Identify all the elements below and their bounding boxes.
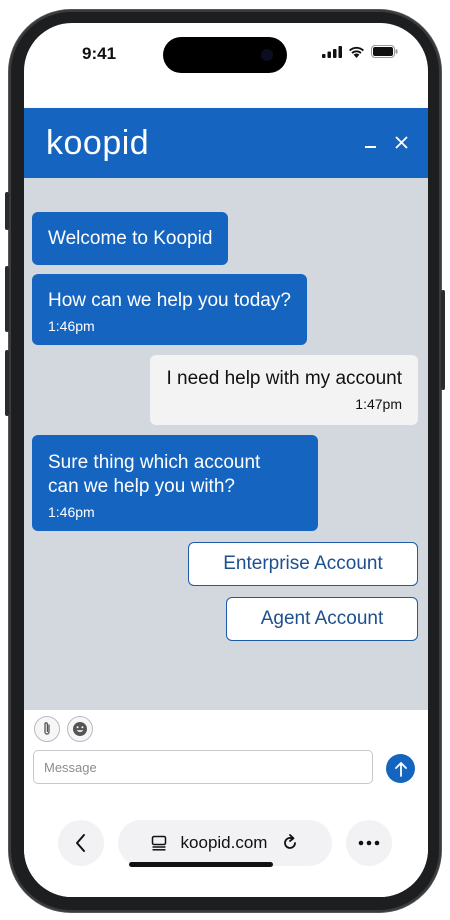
minimize-icon [365,145,376,148]
emoji-button[interactable] [67,716,93,742]
close-button[interactable] [395,133,408,154]
send-button[interactable] [386,754,415,783]
bot-message: Sure thing which account can we help you… [32,435,318,531]
koopid-logo-mark: koopid [46,125,149,161]
more-button[interactable] [346,820,392,866]
action-button [5,192,9,230]
status-icons [322,45,398,58]
minimize-button[interactable] [365,133,377,154]
logo-wordmark: koopid [46,125,149,161]
chevron-left-icon [76,834,85,852]
camera-icon [261,49,273,61]
chat-header: koopid [24,108,428,178]
url-text: koopid.com [180,833,268,852]
quick-reply-agent-account[interactable]: Agent Account [226,597,418,641]
dynamic-island [163,37,287,73]
wifi-icon [349,46,364,58]
message-text-line1: Sure thing which account [48,452,261,473]
volume-up-button [5,266,9,332]
message-composer [24,710,428,810]
bot-message: How can we help you today? 1:46pm [32,274,307,345]
paperclip-icon [44,722,50,735]
power-button [441,290,445,390]
close-icon [395,135,408,149]
bot-message: Welcome to Koopid [32,212,229,265]
browser-toolbar: koopid.com [24,810,428,897]
message-time: 1:47pm [355,396,402,412]
koopid-logo: koopid [46,125,154,161]
status-time: 9:41 [82,44,117,63]
message-text-line2: can we help you with? [48,476,235,497]
home-indicator[interactable] [129,862,273,867]
tabs-icon [151,835,166,851]
header-actions [365,133,408,154]
more-icon [358,840,380,846]
message-text: Welcome to Koopid [48,228,213,249]
volume-down-button [5,350,9,416]
quick-reply-enterprise-account[interactable]: Enterprise Account [188,542,418,586]
send-arrow-icon [394,761,407,777]
signal-icon [322,45,342,58]
message-time: 1:46pm [48,318,95,334]
reload-icon[interactable] [281,834,299,852]
message-text: I need help with my account [166,368,402,389]
emoji-icon [73,722,87,736]
battery-icon [371,45,398,58]
message-text: How can we help you today? [48,290,291,311]
status-bar: 9:41 [24,23,428,93]
address-bar[interactable]: koopid.com [118,820,332,866]
attach-button[interactable] [34,716,60,742]
user-message: I need help with my account 1:47pm [150,355,418,425]
chat-messages[interactable]: Welcome to Koopid How can we help you to… [24,178,428,710]
message-time: 1:46pm [48,504,95,520]
phone-screen: 9:41 koopid Welcome to Koopid How can we… [24,23,428,897]
back-button[interactable] [58,820,104,866]
message-input[interactable] [33,750,373,784]
